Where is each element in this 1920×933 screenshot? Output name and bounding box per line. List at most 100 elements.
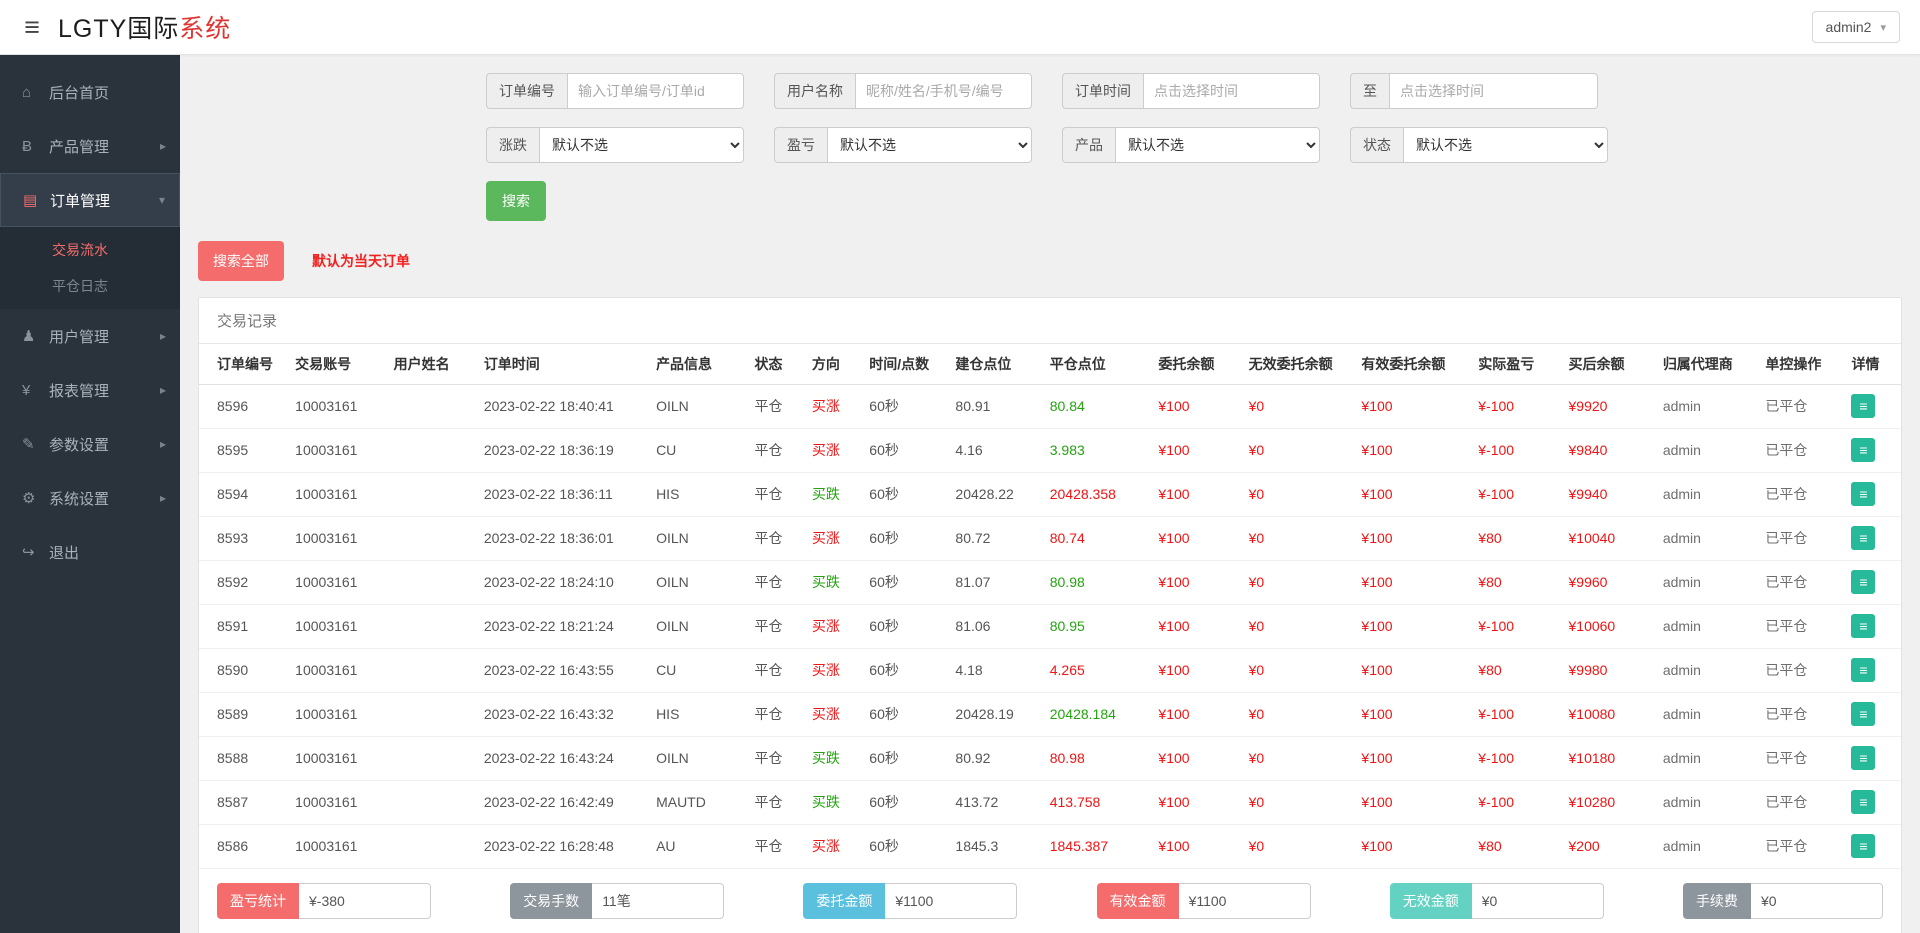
cell-invalid: ¥0 bbox=[1241, 692, 1354, 736]
sidebar-subitem-trade-flow[interactable]: 交易流水 bbox=[0, 232, 180, 268]
cell-detail: ≡ bbox=[1843, 648, 1901, 692]
filter-status: 状态 默认不选 bbox=[1350, 127, 1608, 163]
filter-row-2: 涨跌 默认不选 盈亏 默认不选 产品 默认不选 bbox=[486, 127, 1902, 163]
column-header: 订单编号 bbox=[199, 344, 287, 384]
cell-valid: ¥100 bbox=[1353, 428, 1470, 472]
cell-seconds: 60秒 bbox=[861, 648, 947, 692]
cell-valid: ¥100 bbox=[1353, 692, 1470, 736]
summary-value: ¥0 bbox=[1472, 883, 1604, 919]
summary-value: ¥1100 bbox=[885, 883, 1017, 919]
cell-product: OILN bbox=[648, 384, 746, 428]
cell-order_no: 8586 bbox=[199, 824, 287, 868]
summary-label: 手续费 bbox=[1683, 883, 1751, 919]
order-no-input[interactable] bbox=[567, 73, 744, 109]
filter-row-1: 订单编号 用户名称 订单时间 至 bbox=[486, 73, 1902, 109]
cell-time: 2023-02-22 18:36:01 bbox=[476, 516, 648, 560]
column-header: 有效委托余额 bbox=[1353, 344, 1470, 384]
cell-direction: 买涨 bbox=[804, 428, 861, 472]
sidebar-item-logout[interactable]: ↪退出 bbox=[0, 525, 180, 579]
cell-close: 80.98 bbox=[1042, 736, 1151, 780]
rise-fall-select[interactable]: 默认不选 bbox=[539, 127, 744, 163]
order-icon: ▤ bbox=[23, 191, 50, 209]
cell-agent: admin bbox=[1655, 428, 1758, 472]
column-header: 建仓点位 bbox=[947, 344, 1041, 384]
cell-time: 2023-02-22 16:42:49 bbox=[476, 780, 648, 824]
cell-close: 3.983 bbox=[1042, 428, 1151, 472]
order-time-end-input[interactable] bbox=[1389, 73, 1598, 109]
detail-button[interactable]: ≡ bbox=[1851, 790, 1875, 814]
cell-detail: ≡ bbox=[1843, 736, 1901, 780]
sidebar-item-params[interactable]: ✎参数设置▸ bbox=[0, 417, 180, 471]
cell-time: 2023-02-22 18:36:19 bbox=[476, 428, 648, 472]
cell-detail: ≡ bbox=[1843, 824, 1901, 868]
detail-button[interactable]: ≡ bbox=[1851, 570, 1875, 594]
detail-button[interactable]: ≡ bbox=[1851, 702, 1875, 726]
user-name-input[interactable] bbox=[855, 73, 1032, 109]
column-header: 平仓点位 bbox=[1042, 344, 1151, 384]
order-time-start-input[interactable] bbox=[1143, 73, 1320, 109]
cell-agent: admin bbox=[1655, 692, 1758, 736]
detail-button[interactable]: ≡ bbox=[1851, 614, 1875, 638]
sidebar-item-home[interactable]: ⌂后台首页 bbox=[0, 65, 180, 119]
cell-account: 10003161 bbox=[287, 648, 385, 692]
column-header: 订单时间 bbox=[476, 344, 648, 384]
filter-rise-fall: 涨跌 默认不选 bbox=[486, 127, 744, 163]
detail-button[interactable]: ≡ bbox=[1851, 438, 1875, 462]
menu-toggle-icon[interactable]: ≡ bbox=[14, 14, 50, 41]
filter-status-label: 状态 bbox=[1350, 127, 1403, 163]
user-dropdown[interactable]: admin2 ▾ bbox=[1812, 11, 1900, 43]
detail-button[interactable]: ≡ bbox=[1851, 482, 1875, 506]
summary-fee: 手续费¥0 bbox=[1683, 883, 1883, 919]
summary-value: ¥-380 bbox=[299, 883, 431, 919]
sidebar-item-system[interactable]: ⚙系统设置▸ bbox=[0, 471, 180, 525]
cell-open: 4.16 bbox=[947, 428, 1041, 472]
search-button[interactable]: 搜索 bbox=[486, 181, 546, 221]
cell-name bbox=[386, 824, 476, 868]
cell-order_no: 8588 bbox=[199, 736, 287, 780]
detail-button[interactable]: ≡ bbox=[1851, 746, 1875, 770]
detail-button[interactable]: ≡ bbox=[1851, 394, 1875, 418]
sidebar-item-label: 系统设置 bbox=[49, 488, 160, 509]
cell-valid: ¥100 bbox=[1353, 604, 1470, 648]
cell-control: 已平仓 bbox=[1757, 604, 1843, 648]
product-select[interactable]: 默认不选 bbox=[1115, 127, 1320, 163]
cell-open: 20428.22 bbox=[947, 472, 1041, 516]
cell-open: 413.72 bbox=[947, 780, 1041, 824]
cell-open: 80.91 bbox=[947, 384, 1041, 428]
cell-entrust: ¥100 bbox=[1150, 560, 1240, 604]
summary-label: 无效金额 bbox=[1390, 883, 1472, 919]
cell-product: HIS bbox=[648, 692, 746, 736]
column-header: 归属代理商 bbox=[1655, 344, 1758, 384]
sidebar-subitem-close-log[interactable]: 平仓日志 bbox=[0, 268, 180, 304]
status-select[interactable]: 默认不选 bbox=[1403, 127, 1608, 163]
app-root: ≡ LGTY国际系统 admin2 ▾ ⌂后台首页Ƀ产品管理▸▤订单管理▾交易流… bbox=[0, 0, 1920, 933]
sidebar-item-report[interactable]: ¥报表管理▸ bbox=[0, 363, 180, 417]
detail-button[interactable]: ≡ bbox=[1851, 526, 1875, 550]
cell-close: 413.758 bbox=[1042, 780, 1151, 824]
detail-button[interactable]: ≡ bbox=[1851, 834, 1875, 858]
cell-product: CU bbox=[648, 648, 746, 692]
column-header: 状态 bbox=[746, 344, 803, 384]
profit-loss-select[interactable]: 默认不选 bbox=[827, 127, 1032, 163]
cell-product: OILN bbox=[648, 736, 746, 780]
search-all-button[interactable]: 搜索全部 bbox=[198, 241, 284, 281]
summary-label: 交易手数 bbox=[510, 883, 592, 919]
sidebar-item-user[interactable]: ♟用户管理▸ bbox=[0, 309, 180, 363]
cell-after: ¥10080 bbox=[1561, 692, 1655, 736]
cell-product: OILN bbox=[648, 516, 746, 560]
cell-open: 4.18 bbox=[947, 648, 1041, 692]
filter-order-no-label: 订单编号 bbox=[486, 73, 567, 109]
detail-button[interactable]: ≡ bbox=[1851, 658, 1875, 682]
table-row: 8593100031612023-02-22 18:36:01OILN平仓买涨6… bbox=[199, 516, 1901, 560]
cell-invalid: ¥0 bbox=[1241, 560, 1354, 604]
summary-trade-count: 交易手数11笔 bbox=[510, 883, 724, 919]
summary-value: ¥0 bbox=[1751, 883, 1883, 919]
cell-account: 10003161 bbox=[287, 560, 385, 604]
sidebar-item-order[interactable]: ▤订单管理▾ bbox=[0, 173, 180, 227]
cell-profit: ¥-100 bbox=[1470, 428, 1560, 472]
cell-invalid: ¥0 bbox=[1241, 516, 1354, 560]
sidebar-item-product[interactable]: Ƀ产品管理▸ bbox=[0, 119, 180, 173]
cell-valid: ¥100 bbox=[1353, 384, 1470, 428]
column-header: 实际盈亏 bbox=[1470, 344, 1560, 384]
cell-after: ¥9960 bbox=[1561, 560, 1655, 604]
